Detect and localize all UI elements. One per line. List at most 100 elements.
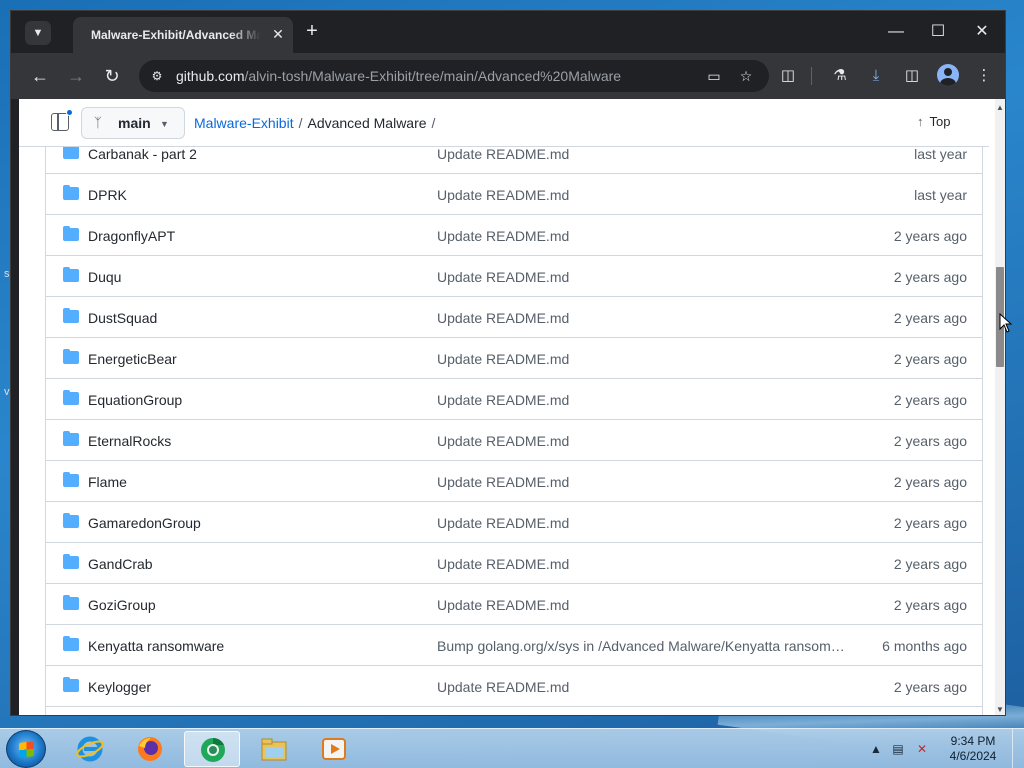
folder-name-link[interactable]: Duqu: [88, 269, 121, 285]
tab-search-button[interactable]: ▼: [25, 21, 51, 45]
table-row[interactable]: Keylogger Update README.md 2 years ago: [46, 666, 982, 707]
commit-message-link[interactable]: Update README.md: [437, 146, 847, 162]
internet-explorer-icon: [76, 736, 104, 762]
folder-name-link[interactable]: Carbanak - part 2: [88, 146, 197, 162]
commit-message-link[interactable]: Update README.md: [437, 392, 847, 408]
maximize-button[interactable]: ☐: [915, 17, 961, 47]
table-row[interactable]: EnergeticBear Update README.md 2 years a…: [46, 338, 982, 379]
page-scrollbar[interactable]: ▲ ▼: [995, 99, 1005, 715]
url-path: /alvin-tosh/Malware-Exhibit/tree/main/Ad…: [244, 68, 622, 84]
side-panel-icon[interactable]: ◫: [899, 63, 925, 89]
table-row[interactable]: Duqu Update README.md 2 years ago: [46, 256, 982, 297]
folder-name-link[interactable]: Kenyatta ransomware: [88, 638, 224, 654]
labs-flask-icon[interactable]: ⚗: [827, 63, 853, 89]
windows-start-icon[interactable]: [6, 730, 46, 768]
extensions-icon[interactable]: ◫: [775, 63, 801, 89]
address-bar[interactable]: ⚙ github.com/alvin-tosh/Malware-Exhibit/…: [139, 60, 769, 92]
table-row[interactable]: EternalRocks Update README.md 2 years ag…: [46, 420, 982, 461]
minimize-icon: —: [888, 23, 904, 40]
commit-message-link[interactable]: Update README.md: [437, 310, 847, 326]
table-row[interactable]: GandCrab Update README.md 2 years ago: [46, 543, 982, 584]
table-row[interactable]: [46, 707, 982, 715]
folder-name-link[interactable]: GoziGroup: [88, 597, 156, 613]
table-row[interactable]: EquationGroup Update README.md 2 years a…: [46, 379, 982, 420]
install-app-icon[interactable]: ▭: [703, 65, 725, 87]
folder-name-link[interactable]: Flame: [88, 474, 127, 490]
table-row[interactable]: DragonflyAPT Update README.md 2 years ag…: [46, 215, 982, 256]
window-close-button[interactable]: ✕: [959, 17, 1005, 47]
page-content: ᛉ main ▼ Malware-Exhibit / Advanced Malwar…: [19, 99, 1005, 715]
download-icon[interactable]: ⤓: [863, 63, 889, 89]
commit-date: 6 months ago: [882, 638, 967, 654]
commit-message-link[interactable]: Update README.md: [437, 515, 847, 531]
forward-button[interactable]: →: [61, 61, 91, 91]
forward-arrow-icon: →: [67, 66, 85, 86]
taskbar-chrome[interactable]: [184, 731, 240, 767]
url-host: github.com: [176, 68, 245, 84]
commit-message-link[interactable]: Update README.md: [437, 228, 847, 244]
taskbar-file-explorer[interactable]: [246, 731, 302, 767]
commit-message-link[interactable]: Update README.md: [437, 556, 847, 572]
folder-name-link[interactable]: EternalRocks: [88, 433, 171, 449]
folder-name-link[interactable]: DustSquad: [88, 310, 157, 326]
commit-message-link[interactable]: Update README.md: [437, 351, 847, 367]
commit-message-link[interactable]: Update README.md: [437, 269, 847, 285]
minimize-button[interactable]: —: [873, 17, 919, 47]
kebab-menu-icon[interactable]: ⋮: [971, 63, 997, 89]
branch-selector-button[interactable]: ᛉ main ▼: [81, 107, 185, 139]
profile-avatar-icon[interactable]: [937, 64, 959, 86]
new-tab-button[interactable]: +: [301, 21, 323, 43]
bookmark-star-icon[interactable]: ☆: [735, 65, 757, 87]
reload-button[interactable]: ↻: [97, 61, 127, 91]
network-icon[interactable]: ▤: [890, 741, 906, 757]
commit-message-link[interactable]: Update README.md: [437, 187, 847, 203]
folder-icon: [63, 144, 79, 159]
taskbar-firefox[interactable]: [122, 731, 178, 767]
breadcrumb-repo-link[interactable]: Malware-Exhibit: [194, 115, 294, 131]
commit-message-link[interactable]: Update README.md: [437, 433, 847, 449]
volume-muted-icon[interactable]: ✕: [914, 741, 930, 757]
scroll-down-arrow[interactable]: ▼: [995, 703, 1005, 715]
toolbar-divider: [811, 67, 812, 85]
commit-message-link[interactable]: Update README.md: [437, 474, 847, 490]
mouse-cursor-icon: [999, 313, 1013, 333]
taskbar-media-player[interactable]: [306, 731, 362, 767]
table-row[interactable]: GamaredonGroup Update README.md 2 years …: [46, 502, 982, 543]
show-desktop-button[interactable]: [1012, 729, 1024, 768]
table-row[interactable]: Flame Update README.md 2 years ago: [46, 461, 982, 502]
commit-message-link[interactable]: Update README.md: [437, 597, 847, 613]
commit-message-link[interactable]: Update README.md: [437, 679, 847, 695]
arrow-up-icon: ↑: [917, 114, 924, 129]
table-row[interactable]: Kenyatta ransomware Bump golang.org/x/sy…: [46, 625, 982, 666]
table-row[interactable]: DustSquad Update README.md 2 years ago: [46, 297, 982, 338]
windows-taskbar: ▲ ▤ ✕ 9:34 PM 4/6/2024: [0, 728, 1024, 768]
folder-name-link[interactable]: DPRK: [88, 187, 127, 203]
folder-name-link[interactable]: EnergeticBear: [88, 351, 177, 367]
taskbar-internet-explorer[interactable]: [62, 731, 118, 767]
taskbar-clock[interactable]: 9:34 PM 4/6/2024: [936, 734, 1010, 764]
table-row[interactable]: DPRK Update README.md last year: [46, 174, 982, 215]
table-row[interactable]: GoziGroup Update README.md 2 years ago: [46, 584, 982, 625]
scroll-up-arrow[interactable]: ▲: [995, 101, 1005, 115]
folder-name-link[interactable]: GamaredonGroup: [88, 515, 201, 531]
breadcrumb-separator: /: [298, 115, 303, 131]
commit-message-link[interactable]: Bump golang.org/x/sys in /Advanced Malwa…: [437, 638, 847, 654]
clock-date: 4/6/2024: [949, 749, 997, 763]
desktop-icon-fragment: s: [4, 268, 10, 280]
folder-name-link[interactable]: Keylogger: [88, 679, 151, 695]
folder-name-link[interactable]: GandCrab: [88, 556, 153, 572]
folder-name-link[interactable]: DragonflyAPT: [88, 228, 175, 244]
back-button[interactable]: ←: [25, 61, 55, 91]
notification-dot: [66, 109, 73, 116]
tab-active[interactable]: Malware-Exhibit/Advanced Ma ✕: [73, 17, 293, 53]
commit-date: 2 years ago: [893, 228, 967, 244]
site-info-icon[interactable]: ⚙: [147, 66, 167, 86]
tab-close-button[interactable]: ✕: [269, 25, 287, 43]
folder-icon: [63, 185, 79, 200]
folder-name-link[interactable]: EquationGroup: [88, 392, 182, 408]
tray-expand-icon[interactable]: ▲: [868, 741, 884, 757]
sidebar-toggle-icon[interactable]: [51, 109, 73, 131]
back-to-top-button[interactable]: ↑ Top: [917, 114, 950, 129]
commit-date: last year: [914, 146, 967, 162]
clock-time: 9:34 PM: [950, 734, 996, 748]
